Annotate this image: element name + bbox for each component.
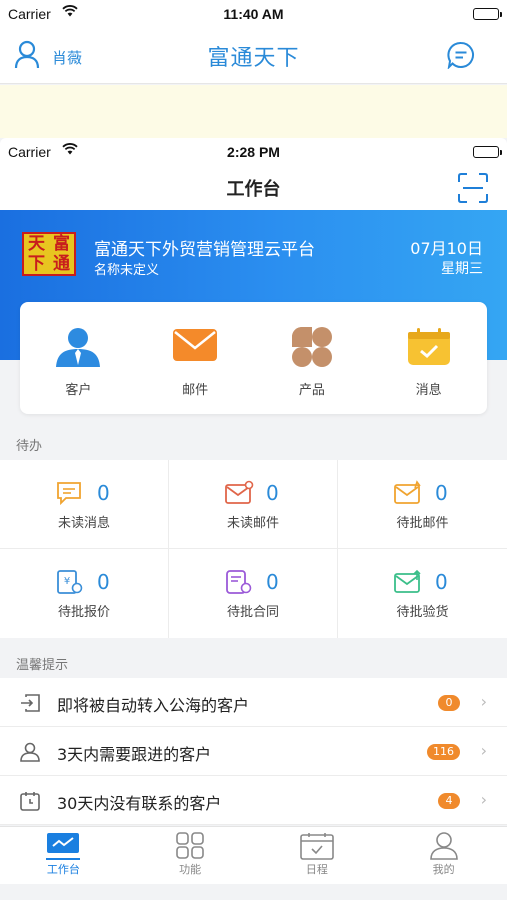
weekday-label: 星期三 <box>441 261 483 277</box>
tips-list: 即将被自动转入公海的客户 0 › 3天内需要跟进的客户 116 › 30天内没有… <box>0 678 507 825</box>
tip-item-auto-transfer[interactable]: 即将被自动转入公海的客户 0 › <box>0 678 507 727</box>
schedule-icon <box>300 832 334 864</box>
battery-icon <box>473 8 502 20</box>
tab-workbench[interactable]: 工作台 <box>0 827 127 884</box>
tab-label: 日程 <box>305 863 328 876</box>
inner-nav-bar: 工作台 <box>0 166 507 210</box>
unread-message-icon <box>55 480 83 510</box>
profile-icon <box>429 832 459 864</box>
pending-quote-icon: ¥ <box>55 569 83 599</box>
chevron-right-icon: › <box>480 692 487 711</box>
notice-banner <box>0 85 507 138</box>
transfer-icon <box>19 693 41 717</box>
tab-label: 工作台 <box>46 863 80 876</box>
message-icon <box>406 327 452 371</box>
outer-nav-bar: 肖薇 富通天下 <box>0 28 507 84</box>
logo-char: 通 <box>53 253 70 274</box>
chat-icon[interactable] <box>447 41 475 73</box>
quick-link-message[interactable]: 消息 <box>370 302 487 414</box>
company-logo: 天 富 下 通 <box>22 232 76 276</box>
todo-label: 待批报价 <box>57 605 110 620</box>
quick-link-label: 产品 <box>298 383 325 398</box>
todo-count: 0 <box>435 570 448 594</box>
customer-icon <box>55 327 101 371</box>
app-title: 富通天下 <box>207 46 300 71</box>
date-label: 07月10日 <box>410 239 483 258</box>
company-subtitle: 名称未定义 <box>94 263 160 278</box>
todo-count: 0 <box>97 570 110 594</box>
calendar-icon <box>19 791 41 815</box>
todo-pending-mail[interactable]: 0 待批邮件 <box>338 460 507 549</box>
todo-pending-inspection[interactable]: 0 待批验货 <box>338 549 507 638</box>
workbench-icon <box>46 832 80 860</box>
tab-schedule[interactable]: 日程 <box>254 827 381 884</box>
tip-item-followup[interactable]: 3天内需要跟进的客户 116 › <box>0 727 507 776</box>
todo-section-title: 待办 <box>16 439 43 454</box>
todo-pending-quote[interactable]: ¥ 0 待批报价 <box>0 549 169 638</box>
battery-icon <box>473 146 502 158</box>
unread-mail-icon <box>224 480 254 510</box>
todo-label: 未读消息 <box>57 516 110 531</box>
todo-count: 0 <box>435 481 448 505</box>
logo-char: 天 <box>28 233 45 254</box>
quick-link-label: 客户 <box>65 383 92 398</box>
inner-screen: Carrier 2:28 PM 工作台 天 富 下 通 富通天下外贸营销管理云平… <box>0 138 507 900</box>
todo-pending-contract[interactable]: 0 待批合同 <box>169 549 338 638</box>
outer-status-bar: Carrier 11:40 AM <box>0 0 507 28</box>
todo-label: 待批合同 <box>226 605 279 620</box>
todo-count: 0 <box>266 481 279 505</box>
todo-grid: 0 未读消息 0 未读邮件 0 待批邮件 ¥ 0 待批报价 0 待批合同 0 待… <box>0 460 507 638</box>
todo-count: 0 <box>97 481 110 505</box>
quick-link-label: 消息 <box>415 383 442 398</box>
company-name: 富通天下外贸营销管理云平台 <box>94 240 315 260</box>
pending-inspection-icon <box>393 569 423 599</box>
quick-link-customer[interactable]: 客户 <box>20 302 137 414</box>
logo-char: 富 <box>53 233 70 254</box>
chevron-right-icon: › <box>480 790 487 809</box>
tips-section-title: 温馨提示 <box>16 658 69 673</box>
grid-icon <box>175 832 205 864</box>
todo-label: 待批邮件 <box>396 516 449 531</box>
logo-char: 下 <box>28 253 45 274</box>
page-title: 工作台 <box>226 179 281 200</box>
quick-link-product[interactable]: 产品 <box>254 302 371 414</box>
tip-item-no-contact[interactable]: 30天内没有联系的客户 4 › <box>0 776 507 825</box>
todo-unread-messages[interactable]: 0 未读消息 <box>0 460 169 549</box>
tip-label: 即将被自动转入公海的客户 <box>57 696 250 715</box>
svg-text:¥: ¥ <box>64 576 70 587</box>
count-badge: 4 <box>438 793 460 809</box>
person-icon <box>19 742 41 766</box>
todo-label: 待批验货 <box>396 605 449 620</box>
todo-count: 0 <box>266 570 279 594</box>
mail-icon <box>172 327 218 367</box>
todo-label: 未读邮件 <box>226 516 279 531</box>
quick-link-mail[interactable]: 邮件 <box>137 302 254 414</box>
pending-mail-icon <box>393 480 423 510</box>
tip-label: 3天内需要跟进的客户 <box>57 745 212 764</box>
pending-contract-icon <box>224 569 252 599</box>
bottom-tab-bar: 工作台 功能 日程 我的 <box>0 826 507 884</box>
count-badge: 116 <box>427 744 460 760</box>
quick-link-label: 邮件 <box>182 383 209 398</box>
status-time: 2:28 PM <box>227 144 280 160</box>
tip-label: 30天内没有联系的客户 <box>57 794 222 813</box>
tab-label: 我的 <box>432 863 455 876</box>
scan-icon[interactable] <box>456 171 490 209</box>
product-icon <box>291 327 333 371</box>
quick-links-card: 客户 邮件 产品 消息 <box>20 302 487 414</box>
status-time: 11:40 AM <box>223 6 284 22</box>
todo-unread-mail[interactable]: 0 未读邮件 <box>169 460 338 549</box>
tab-label: 功能 <box>179 863 202 876</box>
chevron-right-icon: › <box>480 741 487 760</box>
tab-profile[interactable]: 我的 <box>380 827 507 884</box>
tab-functions[interactable]: 功能 <box>127 827 254 884</box>
count-badge: 0 <box>438 695 460 711</box>
inner-status-bar: Carrier 2:28 PM <box>0 138 507 166</box>
